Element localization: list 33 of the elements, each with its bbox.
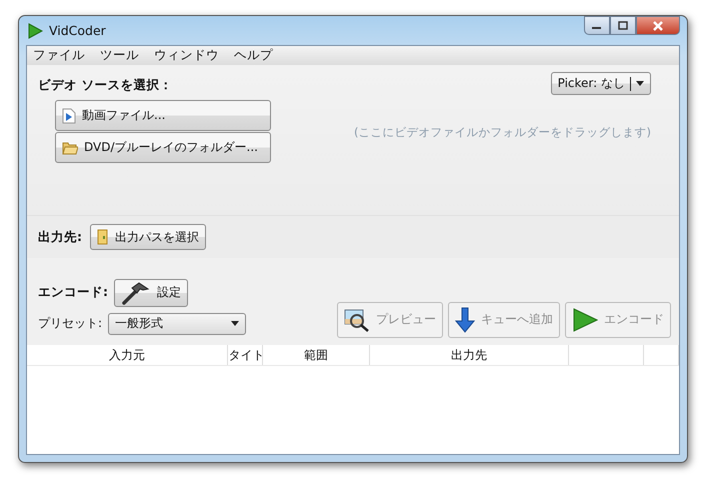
close-icon xyxy=(652,20,664,30)
column-header[interactable]: 出力先 xyxy=(370,345,570,365)
play-triangle-icon xyxy=(27,22,43,38)
menu-item[interactable]: ウィンドウ xyxy=(154,47,219,64)
encode-label: エンコード: xyxy=(38,284,108,301)
section-heading: ビデオ ソースを選択： xyxy=(38,77,174,94)
close-button[interactable] xyxy=(636,16,680,35)
preset-dropdown[interactable]: 一般形式 xyxy=(108,312,246,334)
column-header[interactable]: 範囲 xyxy=(263,345,370,365)
column-header[interactable]: 入力元 xyxy=(27,345,228,365)
source-button[interactable]: DVD/ブルーレイのフォルダー... xyxy=(55,132,271,163)
maximize-icon xyxy=(618,21,628,30)
down-arrow-icon xyxy=(455,306,475,332)
menu-item[interactable]: ツール xyxy=(100,47,139,64)
picker-dropdown[interactable]: Picker: なし xyxy=(550,72,651,95)
output-path-button[interactable]: 出力パスを選択 xyxy=(90,224,206,250)
caret-icon xyxy=(636,81,644,86)
hammer-icon xyxy=(121,280,151,304)
drop-hint: (ここにビデオファイルかフォルダーをドラッグします) xyxy=(354,125,651,140)
maximize-button[interactable] xyxy=(610,16,636,35)
window-title: VidCoder xyxy=(49,23,106,38)
menu-item[interactable]: ファイル xyxy=(33,47,85,64)
menu-item[interactable]: ヘルプ xyxy=(234,47,273,64)
output-label: 出力先: xyxy=(38,228,82,246)
preset-label: プリセット: xyxy=(38,315,102,332)
caret-icon xyxy=(231,321,240,326)
magnifier-icon xyxy=(344,308,370,332)
source-button[interactable]: 動画ファイル... xyxy=(55,100,271,131)
minimize-button[interactable] xyxy=(584,16,610,35)
video-file-icon xyxy=(62,108,76,124)
settings-button[interactable]: 設定 xyxy=(114,278,188,306)
column-header[interactable]: タイト xyxy=(228,345,264,365)
play-triangle-icon xyxy=(572,308,598,332)
